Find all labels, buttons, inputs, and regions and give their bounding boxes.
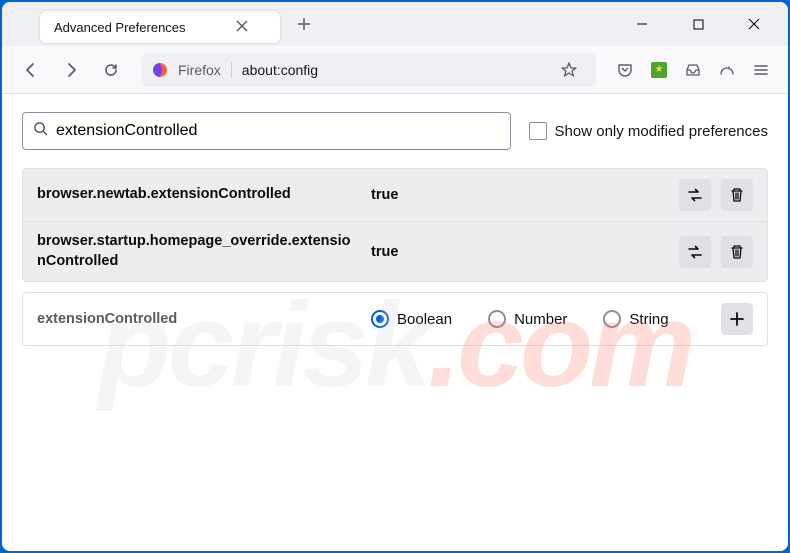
checkbox-icon bbox=[529, 122, 547, 140]
preferences-list: browser.newtab.extensionControlled true … bbox=[22, 168, 768, 282]
checkbox-label: Show only modified preferences bbox=[555, 123, 768, 140]
browser-window: Advanced Preferences Firefox about:confi… bbox=[2, 2, 788, 551]
search-row: Show only modified preferences bbox=[22, 112, 768, 150]
navigation-toolbar: Firefox about:config ★ bbox=[2, 46, 788, 94]
content-area: pcrisk.com Show only modified preference… bbox=[2, 94, 788, 551]
new-pref-name: extensionControlled bbox=[37, 311, 357, 327]
bookmark-star-icon[interactable] bbox=[552, 53, 586, 87]
new-pref-row: extensionControlled Boolean Number Strin… bbox=[22, 292, 768, 346]
extension-icon[interactable]: ★ bbox=[644, 55, 674, 85]
hamburger-menu-icon[interactable] bbox=[746, 55, 776, 85]
pref-row[interactable]: browser.newtab.extensionControlled true bbox=[23, 169, 767, 221]
delete-button[interactable] bbox=[721, 236, 753, 268]
type-options: Boolean Number String bbox=[371, 310, 707, 328]
identity-label: Firefox bbox=[178, 62, 232, 78]
firefox-icon bbox=[152, 62, 168, 78]
maximize-button[interactable] bbox=[676, 9, 720, 39]
radio-icon bbox=[603, 310, 621, 328]
toggle-button[interactable] bbox=[679, 236, 711, 268]
show-modified-checkbox[interactable]: Show only modified preferences bbox=[529, 122, 768, 140]
delete-button[interactable] bbox=[721, 179, 753, 211]
radio-label: String bbox=[629, 311, 668, 328]
pref-value: true bbox=[371, 187, 665, 203]
toggle-button[interactable] bbox=[679, 179, 711, 211]
pref-name: browser.startup.homepage_override.extens… bbox=[37, 232, 357, 271]
inbox-icon[interactable] bbox=[678, 55, 708, 85]
reload-button[interactable] bbox=[94, 53, 128, 87]
close-window-button[interactable] bbox=[732, 9, 776, 39]
add-button[interactable] bbox=[721, 303, 753, 335]
url-text: about:config bbox=[242, 62, 318, 78]
close-tab-icon[interactable] bbox=[236, 19, 252, 35]
radio-label: Boolean bbox=[397, 311, 452, 328]
new-tab-button[interactable] bbox=[288, 8, 320, 40]
pref-name: browser.newtab.extensionControlled bbox=[37, 185, 357, 205]
pocket-icon[interactable] bbox=[610, 55, 640, 85]
radio-string[interactable]: String bbox=[603, 310, 668, 328]
radio-number[interactable]: Number bbox=[488, 310, 567, 328]
search-icon bbox=[33, 121, 48, 141]
tabs-area: Advanced Preferences bbox=[2, 2, 320, 46]
minimize-button[interactable] bbox=[620, 9, 664, 39]
search-input[interactable] bbox=[56, 122, 500, 140]
pref-actions bbox=[679, 236, 753, 268]
window-controls bbox=[620, 9, 776, 39]
back-button[interactable] bbox=[14, 53, 48, 87]
radio-icon bbox=[488, 310, 506, 328]
titlebar: Advanced Preferences bbox=[2, 2, 788, 46]
tab-active[interactable]: Advanced Preferences bbox=[40, 11, 280, 43]
toolbar-actions: ★ bbox=[610, 55, 776, 85]
forward-button[interactable] bbox=[54, 53, 88, 87]
tab-title: Advanced Preferences bbox=[54, 20, 186, 35]
pref-value: true bbox=[371, 244, 665, 260]
pref-actions bbox=[679, 179, 753, 211]
url-bar[interactable]: Firefox about:config bbox=[142, 53, 596, 87]
account-icon[interactable] bbox=[712, 55, 742, 85]
radio-label: Number bbox=[514, 311, 567, 328]
search-field-wrap bbox=[22, 112, 511, 150]
pref-row[interactable]: browser.startup.homepage_override.extens… bbox=[23, 221, 767, 281]
radio-icon bbox=[371, 310, 389, 328]
radio-boolean[interactable]: Boolean bbox=[371, 310, 452, 328]
